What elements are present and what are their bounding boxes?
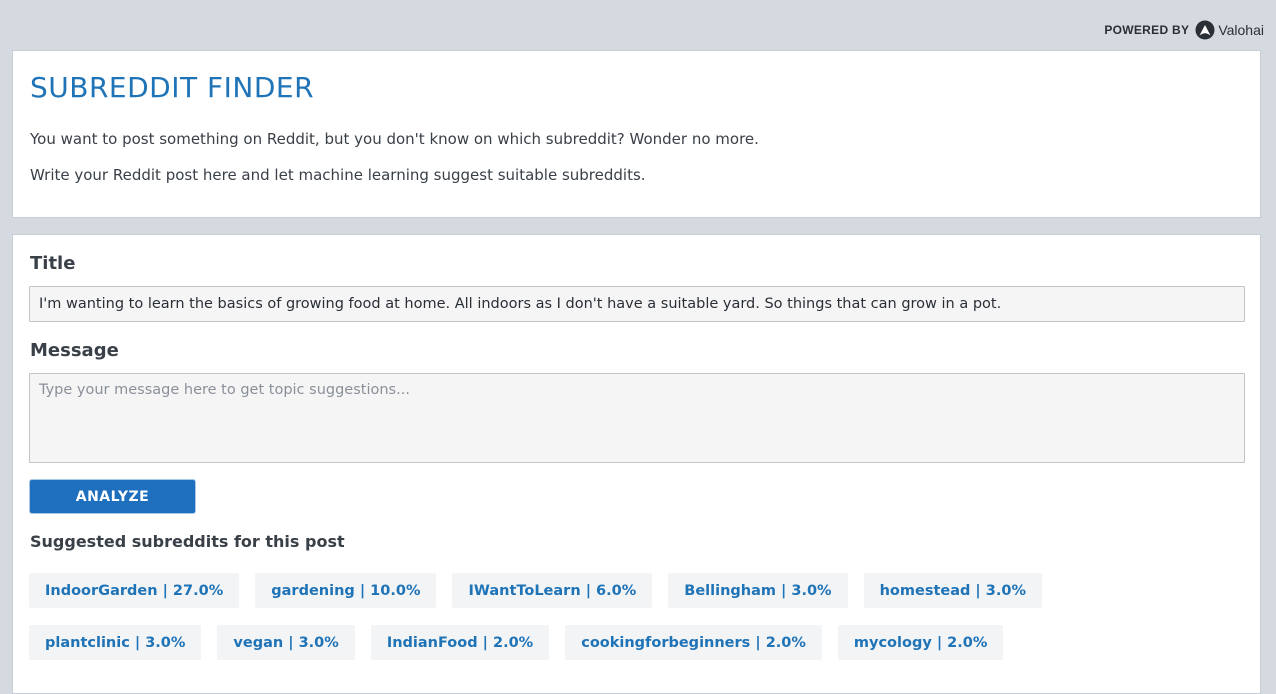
- suggestion-chip-vegan[interactable]: vegan | 3.0%: [217, 625, 355, 660]
- powered-by[interactable]: POWERED BY Valohai: [1104, 18, 1264, 42]
- suggestion-chip-indianfood[interactable]: IndianFood | 2.0%: [370, 625, 550, 660]
- suggestion-chip-cookingforbeginners[interactable]: cookingforbeginners | 2.0%: [565, 625, 822, 660]
- suggestion-chip-iwanttolearn[interactable]: IWantToLearn | 6.0%: [452, 573, 653, 608]
- intro-text-2: Write your Reddit post here and let mach…: [30, 166, 646, 184]
- brand-name: Valohai: [1218, 22, 1264, 38]
- powered-by-label: POWERED BY: [1104, 23, 1190, 37]
- suggestion-chip-bellingham[interactable]: Bellingham | 3.0%: [668, 573, 848, 608]
- message-label: Message: [30, 340, 119, 361]
- suggestion-chip-plantclinic[interactable]: plantclinic | 3.0%: [29, 625, 202, 660]
- suggestion-chip-homestead[interactable]: homestead | 3.0%: [863, 573, 1042, 608]
- post-form-card: Title Message ANALYZE Suggested subreddi…: [12, 234, 1261, 694]
- suggestion-chip-mycology[interactable]: mycology | 2.0%: [837, 625, 1004, 660]
- valohai-brand[interactable]: Valohai: [1195, 20, 1264, 40]
- analyze-button[interactable]: ANALYZE: [29, 479, 196, 514]
- message-input[interactable]: [29, 373, 1245, 463]
- intro-card: SUBREDDIT FINDER You want to post someth…: [12, 50, 1261, 218]
- suggestion-chip-indoorgarden[interactable]: IndoorGarden | 27.0%: [29, 573, 240, 608]
- page-title: SUBREDDIT FINDER: [30, 71, 315, 104]
- valohai-logo-icon: [1195, 20, 1215, 40]
- title-label: Title: [30, 253, 76, 274]
- suggestions-heading: Suggested subreddits for this post: [30, 532, 345, 551]
- title-input[interactable]: [29, 286, 1245, 322]
- intro-text-1: You want to post something on Reddit, bu…: [30, 130, 759, 148]
- suggestion-chip-gardening[interactable]: gardening | 10.0%: [255, 573, 437, 608]
- suggestions-list: IndoorGarden | 27.0% gardening | 10.0% I…: [29, 573, 1229, 660]
